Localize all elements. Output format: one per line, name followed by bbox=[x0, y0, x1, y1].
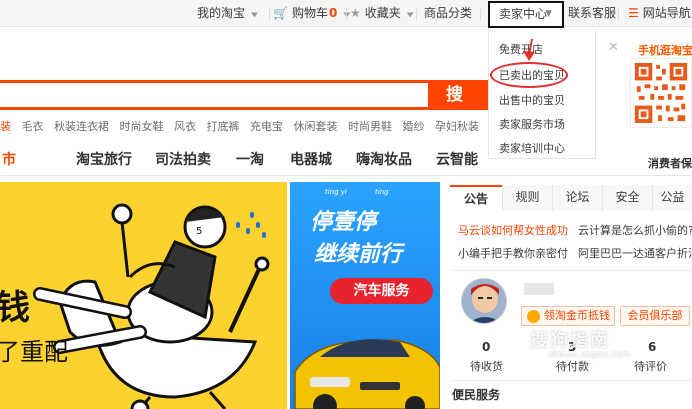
news-link[interactable]: 小编手把手教你亲密付 bbox=[458, 245, 568, 261]
divider bbox=[0, 175, 692, 176]
banner-pinyin: ting yi bbox=[325, 188, 347, 196]
nav-item-smart-cloud[interactable]: 云智能 bbox=[436, 149, 478, 169]
banner-left-headline: 钱 bbox=[0, 288, 30, 328]
tab-announcements[interactable]: 公告 bbox=[450, 185, 502, 211]
car-service-button[interactable]: 汽车服务 bbox=[330, 278, 433, 304]
hot-word[interactable]: 时尚男鞋 bbox=[348, 120, 392, 133]
tab-forum[interactable]: 论坛 bbox=[552, 185, 602, 211]
qr-code[interactable] bbox=[630, 58, 692, 128]
favorites-label: 收藏夹 bbox=[364, 6, 401, 20]
watermark-text: 搜狗指南 bbox=[530, 330, 610, 351]
nav-item-appliances[interactable]: 电器城 bbox=[290, 149, 332, 169]
search-button[interactable]: 搜 索 bbox=[428, 80, 488, 135]
search-input[interactable] bbox=[0, 80, 428, 110]
news-link[interactable]: 云计算是怎么抓小偷的? bbox=[578, 222, 692, 238]
highlight-ellipse-annotation bbox=[490, 62, 568, 88]
avatar[interactable] bbox=[461, 278, 507, 324]
close-icon[interactable]: ✕ bbox=[608, 40, 619, 55]
tab-rules[interactable]: 规则 bbox=[502, 185, 552, 211]
cart-icon: 🛒 bbox=[273, 6, 288, 20]
hot-word[interactable]: 婚纱 bbox=[403, 120, 425, 133]
site-nav-label: 网站导航 bbox=[642, 6, 691, 20]
cart-count: 0 bbox=[328, 6, 338, 20]
channel-nav: 市 淘宝旅行 司法拍卖 一淘 电器城 嗨淘妆品 云智能 bbox=[0, 145, 480, 173]
hot-word[interactable]: 孕妇秋装 bbox=[435, 120, 479, 133]
divider bbox=[346, 8, 347, 20]
cart-label: 购物车 bbox=[291, 6, 328, 20]
cartoon-illustration: 5 bbox=[33, 203, 270, 409]
seller-center-menu[interactable]: 卖家中心 ▼ bbox=[488, 1, 564, 28]
down-arrow-annotation bbox=[523, 38, 535, 61]
hot-word[interactable]: 毛衣 bbox=[22, 120, 44, 133]
seller-center-dropdown: 免费开店 已卖出的宝贝 出售中的宝贝 卖家服务市场 卖家培训中心 bbox=[488, 29, 596, 159]
banner-pinyin: ting bbox=[375, 188, 389, 196]
banner-left-subline: 了重配 bbox=[0, 338, 68, 366]
chevron-down-icon: ▼ bbox=[545, 9, 552, 19]
stat-label-to-receive[interactable]: 待收货 bbox=[470, 358, 503, 374]
dropdown-item-training-center[interactable]: 卖家培训中心 bbox=[499, 140, 565, 156]
contact-service-link[interactable]: 联系客服 bbox=[568, 0, 616, 27]
divider bbox=[480, 8, 481, 20]
banner-right-subline: 继续前行 bbox=[314, 242, 403, 267]
hot-word[interactable]: 秋装连衣裙 bbox=[54, 120, 109, 133]
divider bbox=[269, 8, 270, 20]
banner-right-headline: 停壹停 bbox=[310, 210, 377, 235]
hot-word[interactable]: 风衣 bbox=[174, 120, 196, 133]
coin-icon bbox=[527, 310, 540, 323]
stat-label-to-pay[interactable]: 待付款 bbox=[556, 358, 589, 374]
watermark-url: zhinan.sogou.com bbox=[548, 350, 630, 360]
dropdown-item-service-market[interactable]: 卖家服务市场 bbox=[499, 116, 565, 132]
claim-coins-button[interactable]: 领淘金币抵钱 bbox=[521, 306, 615, 326]
categories-link[interactable]: 商品分类 bbox=[424, 0, 472, 27]
favorites-link[interactable]: ★ 收藏夹 ▼ bbox=[350, 0, 414, 27]
hot-search-words: 装 毛衣 秋装连衣裙 时尚女鞋 风衣 打底裤 充电宝 休闲套装 时尚男鞋 婚纱 … bbox=[0, 118, 540, 134]
divider bbox=[450, 380, 692, 381]
announcement-tabs: 公告 规则 论坛 安全 公益 bbox=[450, 185, 692, 211]
stat-count-to-receive: 0 bbox=[482, 340, 491, 354]
dropdown-item-selling-items[interactable]: 出售中的宝贝 bbox=[499, 92, 565, 108]
contact-service-label: 联系客服 bbox=[568, 6, 617, 20]
my-taobao-label: 我的淘宝 bbox=[197, 6, 246, 20]
site-top-bar: 我的淘宝▼ 🛒购物车0▼ ★收藏夹▼ 商品分类 联系客服 ☰网站导航 bbox=[0, 0, 692, 27]
stat-count-to-review: 6 bbox=[648, 340, 657, 354]
hot-word[interactable]: 休闲套装 bbox=[294, 120, 338, 133]
svg-text:5: 5 bbox=[196, 226, 202, 237]
hot-word[interactable]: 充电宝 bbox=[250, 120, 283, 133]
avatar-image bbox=[462, 279, 506, 323]
life-services-title: 便民服务 bbox=[452, 388, 501, 402]
nav-item-etao[interactable]: 一淘 bbox=[236, 149, 264, 169]
nav-item-judicial-auction[interactable]: 司法拍卖 bbox=[155, 149, 211, 169]
tab-security[interactable]: 安全 bbox=[602, 185, 652, 211]
claim-coins-label: 领淘金币抵钱 bbox=[544, 309, 610, 322]
hot-word[interactable]: 打底裤 bbox=[207, 120, 240, 133]
chevron-down-icon: ▼ bbox=[251, 11, 258, 19]
consumer-protection-label[interactable]: 消费者保 bbox=[648, 155, 692, 171]
nav-item-travel[interactable]: 淘宝旅行 bbox=[76, 149, 132, 169]
hot-word[interactable]: 装 bbox=[0, 120, 11, 133]
qr-title: 手机逛淘宝 bbox=[638, 44, 692, 57]
my-taobao-link[interactable]: 我的淘宝 ▼ bbox=[197, 0, 258, 27]
seller-center-label: 卖家中心 bbox=[499, 7, 548, 21]
stat-label-to-review[interactable]: 待评价 bbox=[634, 358, 667, 374]
categories-label: 商品分类 bbox=[424, 6, 473, 20]
member-club-button[interactable]: 会员俱乐部 bbox=[620, 306, 690, 326]
chevron-down-icon: ▼ bbox=[406, 11, 414, 19]
news-link[interactable]: 阿里巴巴一达通客户折江 bbox=[578, 245, 692, 261]
site-nav-link[interactable]: ☰ 网站导航 bbox=[628, 0, 691, 27]
nav-item-partial[interactable]: 市 bbox=[2, 149, 16, 169]
nav-item-cosmetics[interactable]: 嗨淘妆品 bbox=[356, 149, 412, 169]
divider bbox=[618, 8, 619, 20]
news-link[interactable]: 马云谈如何帮女性成功 bbox=[458, 222, 568, 238]
hot-word[interactable]: 时尚女鞋 bbox=[120, 120, 164, 133]
star-icon: ★ bbox=[350, 6, 361, 20]
promo-banner-left[interactable]: 5 bbox=[0, 182, 287, 409]
username-placeholder bbox=[524, 283, 554, 295]
menu-icon: ☰ bbox=[628, 6, 639, 20]
tab-charity[interactable]: 公益 bbox=[652, 185, 692, 211]
cart-link[interactable]: 🛒购物车0▼ bbox=[273, 0, 350, 27]
divider bbox=[416, 8, 417, 20]
